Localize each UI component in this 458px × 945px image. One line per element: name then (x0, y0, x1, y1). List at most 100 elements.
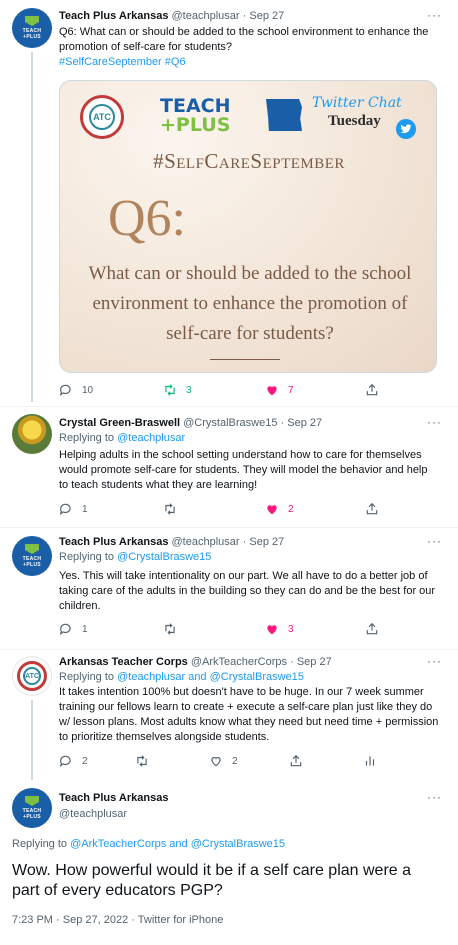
tweet-1[interactable]: TEACH +PLUS Teach Plus Arkansas @teachpl… (0, 0, 458, 402)
author-handle[interactable]: @ArkTeacherCorps (191, 656, 287, 668)
chat-day: Tuesday (328, 113, 381, 129)
reply-button[interactable]: 1 (59, 502, 88, 516)
tweet-actions: 1 3 (59, 622, 419, 638)
tweet-3[interactable]: TEACH +PLUS Teach Plus Arkansas @teachpl… (0, 528, 458, 649)
author-handle[interactable]: @CrystalBraswe15 (183, 417, 277, 429)
more-options-icon[interactable]: ··· (427, 415, 442, 429)
twitter-bird-icon (396, 119, 416, 139)
share-button[interactable] (289, 754, 303, 768)
question-text: What can or should be added to the schoo… (88, 263, 412, 344)
author-handle[interactable]: @teachplusar (59, 807, 168, 821)
author-name[interactable]: Arkansas Teacher Corps (59, 656, 188, 668)
author-name[interactable]: Crystal Green-Braswell (59, 417, 180, 429)
focused-tweet[interactable]: TEACH +PLUS Teach Plus Arkansas @teachpl… (0, 778, 458, 945)
tweet-text: Yes. This will take intentionality on ou… (59, 570, 436, 612)
author-name[interactable]: Teach Plus Arkansas (59, 10, 168, 22)
avatar[interactable]: TEACH +PLUS (12, 536, 52, 576)
tweet-actions: 2 2 (59, 754, 419, 770)
avatar[interactable] (12, 414, 52, 454)
chat-title: Twitter Chat (312, 95, 402, 111)
tweet-header: Teach Plus Arkansas @teachplusar (59, 791, 168, 821)
share-button[interactable] (365, 622, 379, 636)
share-icon (366, 383, 378, 396)
retweet-icon (165, 623, 175, 635)
retweet-icon (165, 384, 175, 396)
reply-icon (59, 384, 71, 397)
teach-plus-logo: TEACH +PLUS (160, 95, 231, 136)
heart-outline-icon (211, 757, 221, 767)
hashtags[interactable]: #SelfCareSeptember #Q6 (59, 55, 439, 70)
more-options-icon[interactable]: ··· (427, 8, 442, 22)
like-button[interactable]: 2 (209, 754, 238, 768)
analytics-icon (365, 756, 375, 766)
tweet-header: Crystal Green-Braswell @CrystalBraswe15 … (59, 417, 323, 429)
tweet-text: It takes intention 100% but doesn't have… (59, 686, 439, 743)
replying-to: Replying to @teachplusar (59, 432, 186, 444)
tweet-4[interactable]: ATC Arkansas Teacher Corps @ArkTeacherCo… (0, 650, 458, 780)
replying-to: Replying to @ArkTeacherCorps and @Crysta… (12, 838, 286, 850)
tweet-actions: 1 2 (59, 502, 419, 518)
retweet-icon (165, 503, 175, 515)
timestamp[interactable]: Sep 27 (249, 536, 284, 548)
tweet-2[interactable]: Crystal Green-Braswell @CrystalBraswe15 … (0, 407, 458, 527)
tweet-actions: 10 3 7 (59, 383, 419, 399)
arkansas-leaf-icon (25, 796, 39, 806)
arkansas-teacher-corps-logo: ATC (80, 95, 124, 139)
thread-line (31, 52, 33, 402)
mention-link[interactable]: @ArkTeacherCorps and @CrystalBraswe15 (70, 838, 285, 850)
tweet-meta[interactable]: 7:23 PM · Sep 27, 2022 · Twitter for iPh… (12, 914, 223, 926)
replying-to: Replying to @CrystalBraswe15 (59, 551, 212, 563)
reply-button[interactable]: 2 (59, 754, 88, 768)
timestamp[interactable]: Sep 27 (287, 417, 322, 429)
tweet-header: Teach Plus Arkansas @teachplusar · Sep 2… (59, 10, 285, 22)
author-handle[interactable]: @teachplusar (172, 10, 240, 22)
retweet-button[interactable] (163, 622, 177, 636)
tweet-image[interactable]: ATC TEACH +PLUS Twitter Chat Tuesday #Se… (59, 80, 437, 373)
timestamp[interactable]: Sep 27 (249, 10, 284, 22)
more-options-icon[interactable]: ··· (427, 790, 442, 804)
reply-button[interactable]: 1 (59, 622, 88, 636)
mention-link[interactable]: @CrystalBraswe15 (117, 551, 211, 563)
replying-to: Replying to @teachplusar and @CrystalBra… (59, 671, 304, 683)
tweet-text: Q6: What can or should be added to the s… (59, 25, 439, 70)
analytics-button[interactable] (363, 754, 377, 768)
share-icon (366, 502, 378, 515)
retweet-button[interactable]: 3 (163, 383, 192, 397)
divider-rule (210, 359, 280, 360)
heart-icon (267, 505, 277, 515)
heart-icon (267, 625, 277, 635)
share-icon (366, 622, 378, 635)
more-options-icon[interactable]: ··· (427, 534, 442, 548)
author-handle[interactable]: @teachplusar (172, 536, 240, 548)
reply-button[interactable]: 10 (59, 383, 93, 397)
timestamp[interactable]: Sep 27 (297, 656, 332, 668)
tweet-header: Teach Plus Arkansas @teachplusar · Sep 2… (59, 536, 285, 548)
tweet-header: Arkansas Teacher Corps @ArkTeacherCorps … (59, 656, 332, 668)
share-icon (290, 754, 302, 767)
more-options-icon[interactable]: ··· (427, 654, 442, 668)
reply-icon (59, 755, 71, 768)
share-button[interactable] (365, 502, 379, 516)
retweet-icon (137, 755, 147, 767)
mention-link[interactable]: @teachplusar (117, 432, 185, 444)
question-number: Q6: (108, 190, 186, 247)
avatar[interactable]: TEACH +PLUS (12, 788, 52, 828)
thread-line (31, 700, 33, 780)
tweet-text: Wow. How powerful would it be if a self … (12, 862, 412, 899)
arkansas-leaf-icon (25, 16, 39, 26)
mention-link[interactable]: @teachplusar and @CrystalBraswe15 (117, 671, 304, 683)
like-button[interactable]: 3 (265, 622, 294, 636)
retweet-button[interactable] (135, 754, 149, 768)
like-button[interactable]: 7 (265, 383, 294, 397)
retweet-button[interactable] (163, 502, 177, 516)
like-button[interactable]: 2 (265, 502, 294, 516)
author-name[interactable]: Teach Plus Arkansas (59, 536, 168, 548)
image-hashtag: #SelfCareSeptember (153, 149, 345, 173)
reply-icon (59, 503, 71, 516)
author-name[interactable]: Teach Plus Arkansas (59, 791, 168, 805)
avatar[interactable]: TEACH +PLUS (12, 8, 52, 48)
reply-icon (59, 623, 71, 636)
heart-icon (267, 386, 277, 396)
avatar[interactable]: ATC (12, 656, 52, 696)
share-button[interactable] (365, 383, 379, 397)
